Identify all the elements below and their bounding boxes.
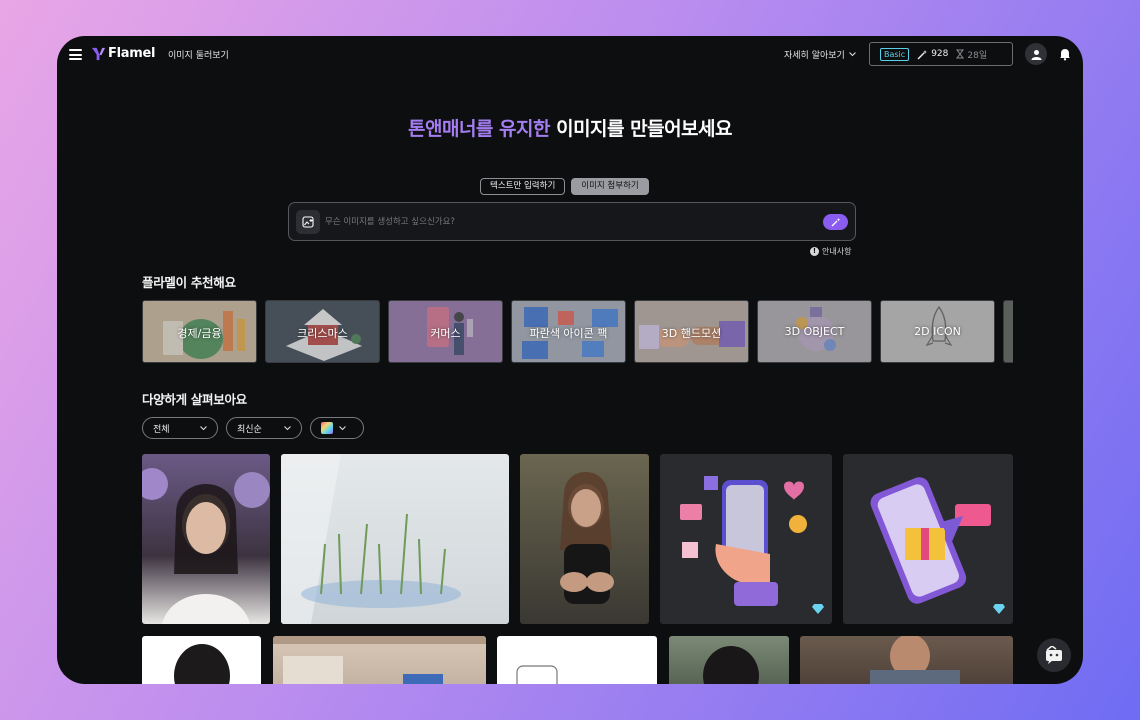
gallery-image-room[interactable] bbox=[273, 636, 486, 684]
help-chat-button[interactable] bbox=[1037, 638, 1071, 672]
dreadlocks-illustration bbox=[174, 644, 230, 684]
tab-text-only[interactable]: 텍스트만 입력하기 bbox=[480, 178, 566, 195]
sort-filter[interactable]: 최신순 bbox=[226, 417, 302, 439]
hero-title-accent: 톤앤매너를 유지한 bbox=[408, 118, 550, 140]
rec-card-christmas[interactable]: 크리스마스 bbox=[265, 300, 380, 363]
room-illustration bbox=[273, 636, 486, 684]
premium-diamond-icon bbox=[993, 604, 1005, 614]
recommend-carousel: 경제/금융 크리스마스 커머스 파란색 아이콘 팩 3D 핸드모션 3D OBJ… bbox=[142, 300, 1013, 363]
credits-counter: 928 bbox=[917, 49, 948, 60]
rec-card-label: 커머스 bbox=[430, 327, 461, 340]
portrait-illustration bbox=[142, 468, 270, 624]
rec-card-blue-icon-pack[interactable]: 파란색 아이콘 팩 bbox=[511, 300, 626, 363]
plan-badge: Basic bbox=[880, 47, 910, 61]
nav-browse-images[interactable]: 이미지 둘러보기 bbox=[168, 48, 229, 61]
account-status[interactable]: Basic 928 28일 bbox=[869, 42, 1013, 66]
rec-card-label: 경제/금융 bbox=[177, 327, 222, 340]
image-add-icon bbox=[302, 216, 314, 228]
color-filter[interactable] bbox=[310, 417, 364, 439]
grass-illustration bbox=[281, 454, 461, 624]
filter-bar: 전체 최신순 bbox=[142, 417, 364, 439]
phone-hand-illustration bbox=[680, 476, 807, 606]
sitting-girl-illustration bbox=[560, 471, 614, 604]
magic-wand-icon bbox=[831, 218, 840, 227]
top-bar: Flamel 이미지 둘러보기 자세히 알아보기 Basic 928 28일 bbox=[57, 36, 1083, 72]
color-swatch-icon bbox=[321, 422, 333, 434]
hamburger-menu-icon[interactable] bbox=[69, 49, 82, 60]
man-plaid-illustration bbox=[870, 636, 960, 684]
explore-title: 다양하게 살펴보아요 bbox=[142, 392, 247, 407]
rec-card-3d-hand-motion[interactable]: 3D 핸드모션 bbox=[634, 300, 749, 363]
flamel-logo-icon bbox=[91, 47, 106, 61]
notification-bell-icon[interactable] bbox=[1058, 47, 1072, 61]
rec-card-label: 3D 핸드모션 bbox=[661, 327, 722, 340]
gallery-image-grass-room[interactable] bbox=[281, 454, 509, 624]
days-remaining: 28일 bbox=[956, 48, 987, 61]
rec-card-partial[interactable] bbox=[1003, 300, 1013, 363]
days-value: 28일 bbox=[967, 50, 988, 61]
prompt-box bbox=[288, 202, 856, 241]
generate-button[interactable] bbox=[823, 214, 848, 230]
gallery-image-phone-gift[interactable] bbox=[843, 454, 1013, 624]
rec-card-label: 3D OBJECT bbox=[784, 325, 845, 338]
premium-diamond-icon bbox=[812, 604, 824, 614]
hero-title: 톤앤매너를 유지한 이미지를 만들어보세요 bbox=[57, 114, 1083, 141]
magic-wand-icon bbox=[917, 49, 928, 59]
chevron-down-icon bbox=[848, 52, 856, 57]
prompt-input[interactable] bbox=[325, 213, 805, 231]
info-icon: ! bbox=[810, 247, 819, 256]
rec-card-commerce[interactable]: 커머스 bbox=[388, 300, 503, 363]
rec-card-2d-icon[interactable]: 2D ICON bbox=[880, 300, 995, 363]
gallery-image-phone-white[interactable] bbox=[497, 636, 657, 684]
chat-mascot-icon bbox=[1046, 646, 1062, 664]
user-icon bbox=[1031, 49, 1041, 60]
gallery-image-portrait-flowers[interactable] bbox=[142, 454, 270, 624]
learn-more-dropdown[interactable]: 자세히 알아보기 bbox=[784, 48, 856, 61]
gallery-image-woman-hair[interactable] bbox=[669, 636, 789, 684]
chevron-down-icon bbox=[284, 425, 291, 430]
gallery-image-girl-sitting[interactable] bbox=[520, 454, 649, 624]
image-upload-button[interactable] bbox=[296, 210, 320, 234]
category-filter[interactable]: 전체 bbox=[142, 417, 218, 439]
category-filter-value: 전체 bbox=[153, 424, 170, 435]
logo[interactable]: Flamel bbox=[91, 46, 155, 61]
input-mode-tabs: 텍스트만 입력하기 이미지 첨부하기 bbox=[480, 178, 649, 195]
credits-value: 928 bbox=[931, 49, 949, 59]
tab-attach-image[interactable]: 이미지 첨부하기 bbox=[571, 178, 649, 195]
gallery-image-man-plaid[interactable] bbox=[800, 636, 1013, 684]
phone-outline-illustration bbox=[516, 665, 558, 684]
woman-hair-illustration bbox=[703, 646, 759, 684]
phone-gift-illustration bbox=[870, 477, 991, 604]
rec-card-label: 2D ICON bbox=[914, 325, 961, 338]
notice-link[interactable]: ! 안내사항 bbox=[810, 246, 851, 257]
sort-filter-value: 최신순 bbox=[237, 424, 262, 435]
rec-card-label: 크리스마스 bbox=[297, 327, 348, 340]
notice-label: 안내사항 bbox=[822, 247, 852, 256]
hero-title-rest: 이미지를 만들어보세요 bbox=[549, 118, 732, 140]
rec-card-3d-object[interactable]: 3D OBJECT bbox=[757, 300, 872, 363]
chevron-down-icon bbox=[200, 425, 207, 430]
chevron-down-icon bbox=[339, 425, 346, 430]
recommend-title: 플라멜이 추천해요 bbox=[142, 275, 236, 290]
learn-more-label: 자세히 알아보기 bbox=[784, 51, 845, 61]
gallery-image-dreadlocks[interactable] bbox=[142, 636, 261, 684]
user-avatar[interactable] bbox=[1025, 43, 1047, 65]
logo-text: Flamel bbox=[108, 46, 156, 61]
rec-card-label: 파란색 아이콘 팩 bbox=[529, 327, 608, 340]
hourglass-icon bbox=[956, 49, 965, 59]
app-window: Flamel 이미지 둘러보기 자세히 알아보기 Basic 928 28일 톤… bbox=[57, 36, 1083, 684]
gallery-image-phone-hand[interactable] bbox=[660, 454, 832, 624]
rec-card-finance[interactable]: 경제/금융 bbox=[142, 300, 257, 363]
